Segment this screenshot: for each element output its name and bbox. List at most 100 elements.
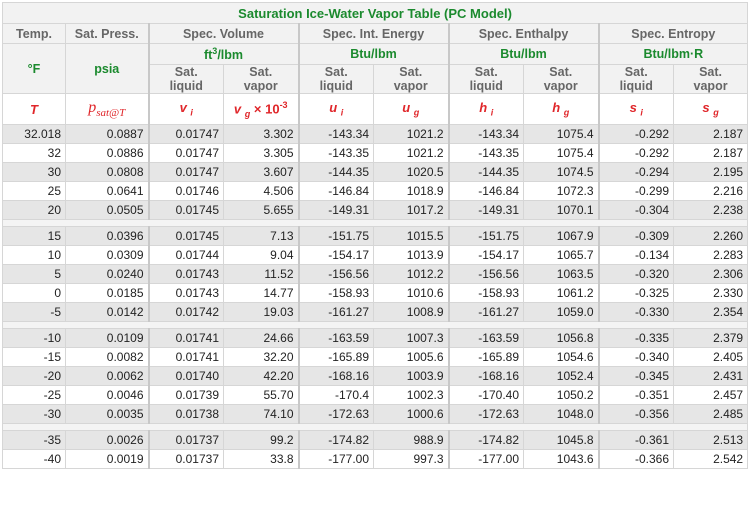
cell-enthalpy-liquid: -149.31 <box>447 200 524 220</box>
header-temp: Temp. <box>2 23 66 44</box>
cell-temp: -30 <box>2 404 66 424</box>
cell-energy-vapor: 1010.6 <box>373 283 449 303</box>
cell-energy-liquid: -156.56 <box>297 264 374 284</box>
cell-vol-liquid: 0.01743 <box>147 264 224 284</box>
cell-vol-liquid: 0.01737 <box>147 449 224 469</box>
table-row: 30 0.0808 0.01747 3.607 -144.35 1020.5 -144.35… <box>2 162 749 182</box>
cell-enthalpy-vapor: 1045.8 <box>523 430 599 450</box>
cell-enthalpy-liquid: -151.75 <box>447 226 524 246</box>
table-body: 32.018 0.0887 0.01747 3.302 -143.34 1021.2 -14… <box>1 124 749 469</box>
cell-entropy-vapor: 2.379 <box>672 328 749 348</box>
cell-entropy-vapor: 2.405 <box>672 347 749 367</box>
cell-energy-vapor: 1005.6 <box>373 347 449 367</box>
cell-entropy-vapor: 2.542 <box>672 449 749 469</box>
sub-volume-liquid: Sat. liquid <box>147 64 224 94</box>
cell-press: 0.0309 <box>65 245 149 265</box>
cell-energy-vapor: 1020.5 <box>373 162 449 182</box>
cell-entropy-vapor: 2.187 <box>672 143 749 163</box>
sub-energy-liquid: Sat. liquid <box>297 64 374 94</box>
cell-vol-liquid: 0.01747 <box>147 124 224 144</box>
cell-press: 0.0109 <box>65 328 149 348</box>
group-separator <box>1 423 749 431</box>
cell-press: 0.0887 <box>65 124 149 144</box>
cell-press: 0.0142 <box>65 302 149 322</box>
cell-enthalpy-vapor: 1048.0 <box>523 404 599 424</box>
cell-press: 0.0396 <box>65 226 149 246</box>
cell-entropy-vapor: 2.216 <box>672 181 749 201</box>
cell-enthalpy-liquid: -177.00 <box>447 449 524 469</box>
cell-temp: -20 <box>2 366 66 386</box>
cell-vol-vapor: 4.506 <box>223 181 299 201</box>
cell-temp: -40 <box>2 449 66 469</box>
sub-entropy-liquid: Sat. liquid <box>597 64 674 94</box>
symbol-temp: T <box>2 93 66 125</box>
cell-vol-vapor: 11.52 <box>223 264 299 284</box>
table-row: 32.018 0.0887 0.01747 3.302 -143.34 1021.2 -14… <box>2 124 749 144</box>
cell-entropy-vapor: 2.238 <box>672 200 749 220</box>
symbol-vg: v g × 10-3 <box>223 93 299 125</box>
cell-entropy-liquid: -0.299 <box>597 181 674 201</box>
cell-enthalpy-vapor: 1061.2 <box>523 283 599 303</box>
cell-entropy-vapor: 2.283 <box>672 245 749 265</box>
cell-entropy-liquid: -0.366 <box>597 449 674 469</box>
cell-enthalpy-liquid: -165.89 <box>447 347 524 367</box>
cell-vol-liquid: 0.01741 <box>147 328 224 348</box>
cell-vol-liquid: 0.01746 <box>147 181 224 201</box>
cell-enthalpy-vapor: 1070.1 <box>523 200 599 220</box>
cell-enthalpy-liquid: -146.84 <box>447 181 524 201</box>
cell-vol-vapor: 3.302 <box>223 124 299 144</box>
cell-energy-liquid: -174.82 <box>297 430 374 450</box>
group-separator <box>1 321 749 329</box>
cell-vol-vapor: 19.03 <box>223 302 299 322</box>
symbol-sg: s g <box>672 93 749 125</box>
unit-energy: Btu/lbm <box>297 43 449 65</box>
cell-energy-liquid: -149.31 <box>297 200 374 220</box>
cell-entropy-liquid: -0.340 <box>597 347 674 367</box>
header-entropy: Spec. Entropy <box>597 23 749 44</box>
cell-press: 0.0886 <box>65 143 149 163</box>
cell-press: 0.0505 <box>65 200 149 220</box>
table-title: Saturation Ice-Water Vapor Table (PC Mod… <box>1 2 749 24</box>
table-row: -30 0.0035 0.01738 74.10 -172.63 1000.6 -172.6… <box>2 404 749 424</box>
cell-vol-liquid: 0.01744 <box>147 245 224 265</box>
cell-energy-liquid: -168.16 <box>297 366 374 386</box>
cell-entropy-liquid: -0.330 <box>597 302 674 322</box>
cell-temp: -10 <box>2 328 66 348</box>
header-press: Sat. Press. <box>65 23 149 44</box>
cell-entropy-vapor: 2.306 <box>672 264 749 284</box>
cell-entropy-liquid: -0.325 <box>597 283 674 303</box>
cell-enthalpy-liquid: -143.35 <box>447 143 524 163</box>
sub-energy-vapor: Sat. vapor <box>373 64 449 94</box>
cell-entropy-vapor: 2.513 <box>672 430 749 450</box>
cell-entropy-vapor: 2.260 <box>672 226 749 246</box>
unit-entropy: Btu/lbm·R <box>597 43 749 65</box>
cell-vol-liquid: 0.01742 <box>147 302 224 322</box>
cell-entropy-vapor: 2.485 <box>672 404 749 424</box>
cell-energy-vapor: 1021.2 <box>373 124 449 144</box>
cell-vol-vapor: 99.2 <box>223 430 299 450</box>
sub-volume-vapor: Sat. vapor <box>223 64 299 94</box>
cell-enthalpy-liquid: -172.63 <box>447 404 524 424</box>
cell-enthalpy-liquid: -143.34 <box>447 124 524 144</box>
cell-entropy-liquid: -0.351 <box>597 385 674 405</box>
cell-press: 0.0026 <box>65 430 149 450</box>
cell-entropy-vapor: 2.354 <box>672 302 749 322</box>
cell-energy-vapor: 1018.9 <box>373 181 449 201</box>
cell-energy-liquid: -154.17 <box>297 245 374 265</box>
cell-enthalpy-liquid: -170.40 <box>447 385 524 405</box>
table-row: -35 0.0026 0.01737 99.2 -174.82 988.9 -174.82 1… <box>2 430 749 450</box>
cell-temp: 25 <box>2 181 66 201</box>
cell-vol-vapor: 9.04 <box>223 245 299 265</box>
cell-energy-liquid: -177.00 <box>297 449 374 469</box>
cell-energy-vapor: 1008.9 <box>373 302 449 322</box>
sub-enthalpy-vapor: Sat. vapor <box>523 64 599 94</box>
cell-enthalpy-vapor: 1075.4 <box>523 124 599 144</box>
cell-press: 0.0641 <box>65 181 149 201</box>
cell-entropy-liquid: -0.361 <box>597 430 674 450</box>
cell-energy-vapor: 988.9 <box>373 430 449 450</box>
cell-vol-vapor: 14.77 <box>223 283 299 303</box>
cell-vol-liquid: 0.01745 <box>147 200 224 220</box>
cell-entropy-liquid: -0.309 <box>597 226 674 246</box>
cell-vol-vapor: 55.70 <box>223 385 299 405</box>
cell-energy-liquid: -151.75 <box>297 226 374 246</box>
